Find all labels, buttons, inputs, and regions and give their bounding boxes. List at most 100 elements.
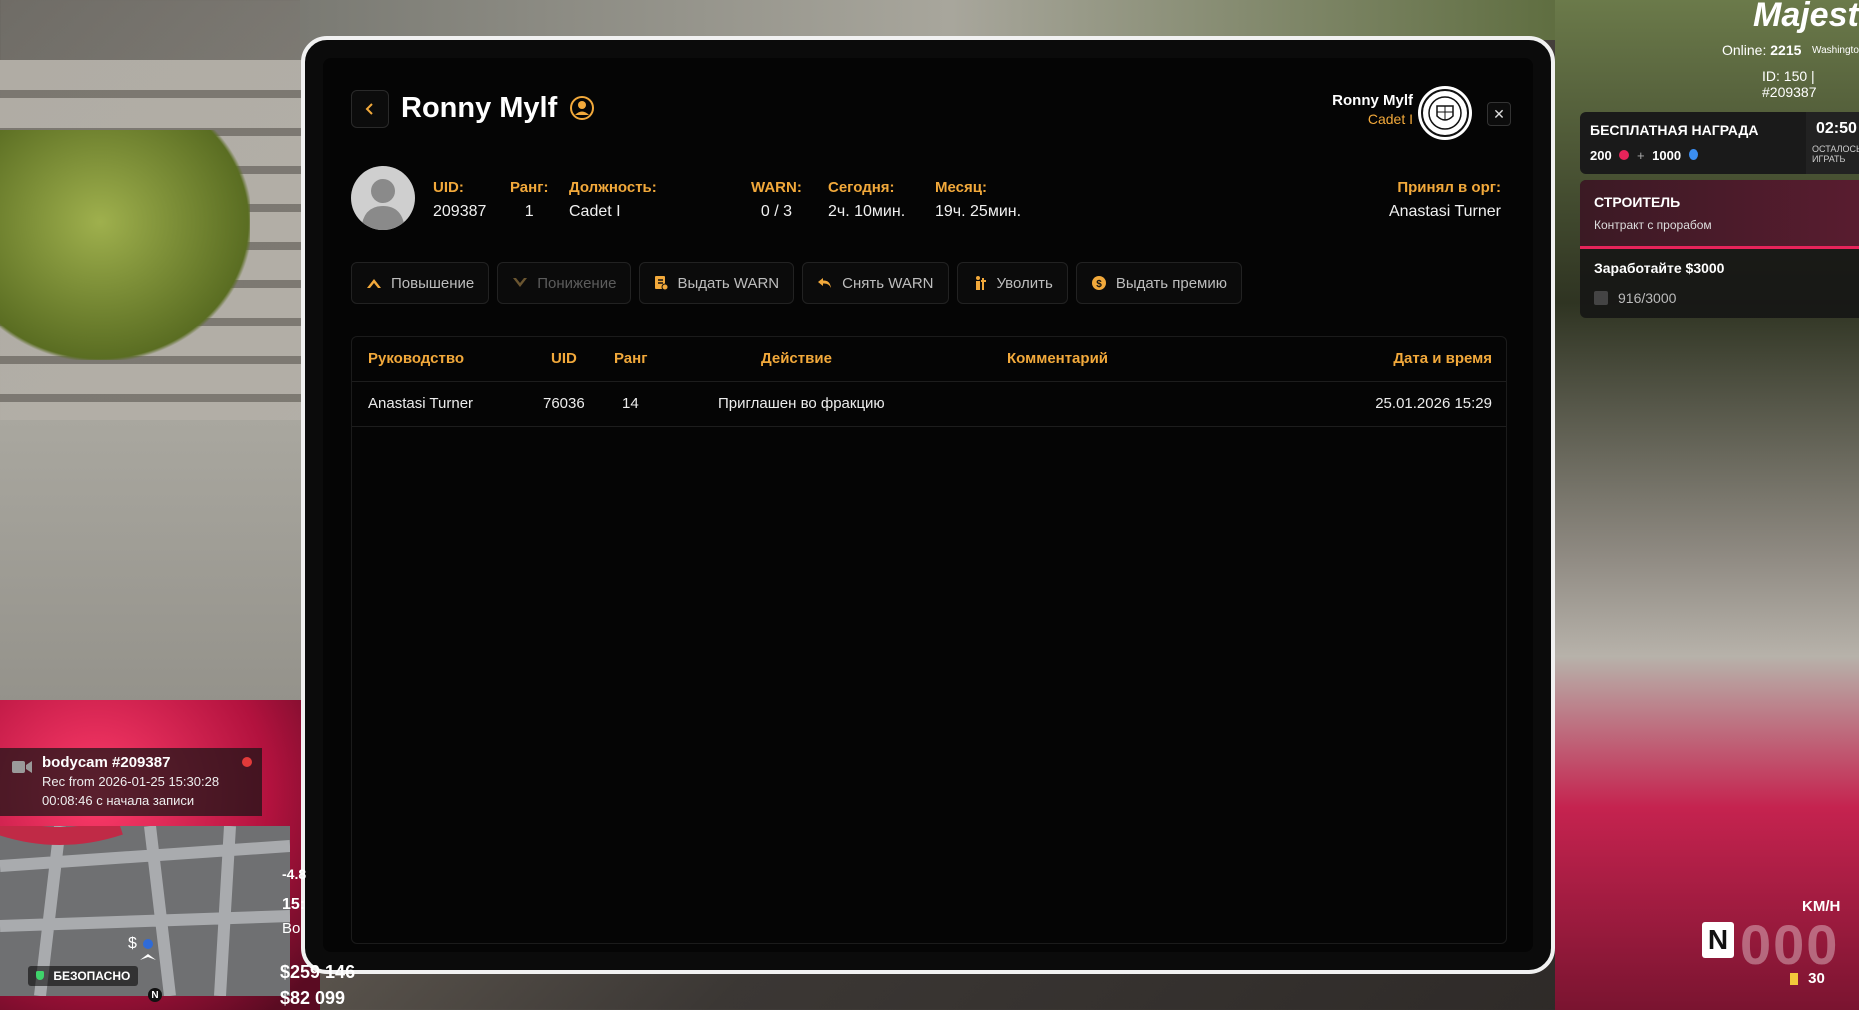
stat-accepted-by: Принял в орг: Anastasi Turner	[1389, 178, 1501, 222]
cash-amount: $259 146	[280, 962, 356, 982]
tablet-screen: Ronny Mylf Ronny Mylf Cadet I ✕ UID: 209…	[323, 58, 1533, 952]
stat-value: Anastasi Turner	[1388, 203, 1501, 220]
stat-value: 2ч. 10мин.	[828, 203, 906, 220]
stat-warn: WARN: 0 / 3	[751, 178, 802, 222]
faction-tablet: Ronny Mylf Ronny Mylf Cadet I ✕ UID: 209…	[301, 36, 1555, 974]
close-icon: ✕	[1493, 105, 1505, 122]
close-button[interactable]: ✕	[1487, 102, 1511, 126]
quest-task: Заработайте $3000	[1594, 260, 1725, 276]
stat-label: Сегодня:	[828, 179, 895, 196]
checkbox-icon	[1594, 291, 1608, 305]
stat-value: 19ч. 25мин.	[935, 203, 1022, 220]
coin-icon: $	[1091, 276, 1106, 290]
quest-header: СТРОИТЕЛЬ Контракт с прорабом	[1580, 180, 1859, 249]
stat-today: Сегодня: 2ч. 10мин.	[828, 178, 905, 222]
cell-uid: 76036	[543, 395, 585, 412]
table-header: Руководство UID Ранг Действие Комментари…	[352, 337, 1506, 382]
demote-button[interactable]: Понижение	[497, 262, 632, 304]
stat-label: UID:	[433, 179, 464, 196]
undo-icon	[818, 278, 832, 288]
safe-zone-badge: БЕЗОПАСНО	[28, 966, 139, 986]
column-header: Дата и время	[1393, 350, 1492, 367]
safe-zone-label: БЕЗОПАСНО	[53, 969, 131, 983]
reward-timer: 02:50 ОСТАЛОСЬ ИГРАТЬ	[1806, 112, 1859, 174]
column-header: Действие	[761, 350, 832, 367]
org-player-name: Ronny Mylf	[1332, 92, 1413, 109]
promote-label: Повышение	[391, 274, 475, 292]
background-scene-top	[300, 0, 1600, 40]
bodycam-rec-time: Rec from 2026-01-25 15:30:28	[42, 774, 220, 789]
compass-north-icon: N	[148, 988, 162, 1002]
fire-person-icon	[975, 276, 986, 290]
pink-coin-icon	[1619, 150, 1630, 160]
fuel-value: 30	[1808, 970, 1825, 987]
fuel-level: 30	[1790, 970, 1825, 987]
minimap-side-text: 15:	[282, 896, 306, 913]
timer-label-line: ИГРАТЬ	[1812, 154, 1846, 164]
bodycam-elapsed: 00:08:46 с начала записи	[42, 793, 195, 808]
online-value: 2215	[1770, 42, 1802, 58]
org-seal-logo	[1418, 86, 1472, 140]
promote-button[interactable]: Повышение	[351, 262, 490, 304]
stat-value: 0 / 3	[760, 203, 792, 220]
column-header: UID	[551, 350, 577, 367]
action-bar: Повышение Понижение Выдать WARN Снять WA…	[351, 262, 1242, 304]
org-player-rank: Cadet I	[1367, 111, 1413, 127]
stat-label: Ранг:	[510, 179, 549, 196]
column-header: Комментарий	[1007, 350, 1109, 367]
player-name: Ronny Mylf	[401, 92, 558, 124]
player-id-line: ID: 150 | #209387	[1762, 68, 1817, 100]
give-bonus-button[interactable]: $ Выдать премию	[1075, 262, 1242, 304]
person-badge-icon	[570, 96, 594, 120]
cell-action: Приглашен во фракцию	[718, 395, 885, 412]
speed-value: 000	[1740, 913, 1840, 976]
stat-uid: UID: 209387	[433, 178, 486, 222]
cell-datetime: 25.01.2026 15:29	[1375, 395, 1492, 412]
reward-title: БЕСПЛАТНАЯ НАГРАДА	[1590, 122, 1759, 138]
chevron-left-icon	[365, 103, 373, 115]
cell-leader: Anastasi Turner	[368, 395, 474, 412]
give-warn-label: Выдать WARN	[677, 274, 780, 292]
warn-doc-icon	[655, 276, 669, 291]
quest-progress-value: 916/3000	[1618, 290, 1677, 306]
fire-button[interactable]: Уволить	[956, 262, 1068, 304]
stat-label: Принял в орг:	[1397, 179, 1501, 196]
online-counter: Online: 2215	[1722, 42, 1801, 58]
give-bonus-label: Выдать премию	[1115, 274, 1227, 292]
table-row[interactable]: Anastasi Turner 76036 14 Приглашен во фр…	[352, 382, 1506, 427]
shield-icon	[36, 971, 44, 980]
stat-label: Должность:	[569, 179, 657, 196]
bodycam-overlay: bodycam #209387 Rec from 2026-01-25 15:3…	[0, 748, 262, 816]
remove-warn-label: Снять WARN	[842, 274, 934, 292]
remove-warn-button[interactable]: Снять WARN	[802, 262, 949, 304]
stat-value: 209387	[433, 203, 487, 220]
svg-text:$: $	[128, 935, 137, 952]
timer-label-line: ОСТАЛОСЬ	[1812, 144, 1859, 154]
stat-label: WARN:	[751, 179, 802, 196]
timer-value: 02:50	[1816, 120, 1857, 137]
chevron-up-icon	[367, 279, 381, 288]
fuel-icon	[1790, 973, 1798, 986]
online-label: Online:	[1722, 42, 1767, 58]
quest-title: СТРОИТЕЛЬ	[1594, 194, 1681, 210]
fire-label: Уволить	[996, 274, 1053, 292]
reward-plus: +	[1636, 148, 1645, 163]
free-reward-panel[interactable]: БЕСПЛАТНАЯ НАГРАДА 200 + 1000	[1580, 112, 1816, 174]
compass-label: N	[151, 989, 159, 1001]
stat-value: 1	[524, 203, 534, 220]
camera-icon	[12, 761, 32, 773]
quest-panel[interactable]: СТРОИТЕЛЬ Контракт с прорабом Заработайт…	[1580, 180, 1859, 318]
stat-position: Должность: Cadet I	[569, 178, 657, 222]
back-button[interactable]	[351, 90, 389, 128]
quest-progress: 916/3000	[1594, 290, 1676, 306]
server-brand-logo: Majestic	[1753, 0, 1859, 34]
chevron-down-icon	[513, 278, 528, 287]
server-city: Washington	[1812, 45, 1859, 56]
background-bush	[0, 130, 250, 360]
history-table: Руководство UID Ранг Действие Комментари…	[351, 336, 1507, 944]
svg-text:$: $	[1096, 279, 1102, 290]
recording-dot-icon	[242, 757, 252, 767]
cell-rank: 14	[622, 395, 639, 412]
give-warn-button[interactable]: Выдать WARN	[639, 262, 795, 304]
stat-rank: Ранг: 1	[510, 178, 548, 222]
